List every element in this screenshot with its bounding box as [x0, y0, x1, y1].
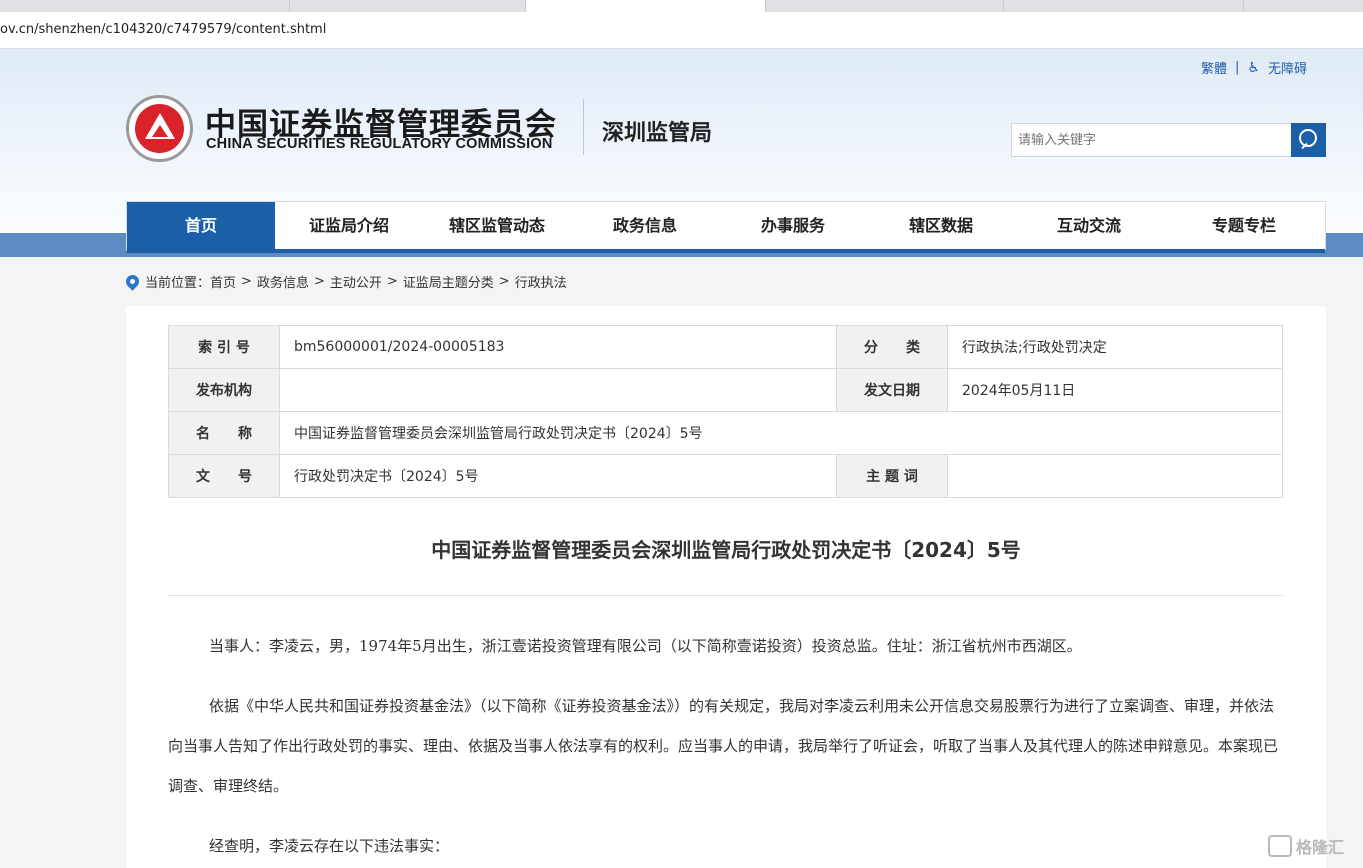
accessibility-icon: ♿: [1247, 59, 1260, 76]
meta-index-label: 索 引 号: [168, 325, 280, 369]
meta-category-value: 行政执法;行政处罚决定: [947, 325, 1283, 369]
nav-item-regulatory-news[interactable]: 辖区监管动态: [423, 202, 571, 250]
meta-category-label: 分 类: [836, 325, 948, 369]
table-row: 发布机构 发文日期 2024年05月11日: [168, 368, 1283, 412]
nav-item-home[interactable]: 首页: [127, 202, 275, 250]
document-paragraph: 当事人：李凌云，男，1974年5月出生，浙江壹诺投资管理有限公司（以下简称壹诺投…: [209, 637, 1082, 655]
browser-tab[interactable]: [0, 0, 290, 12]
document-paragraph: 经查明，李凌云存在以下违法事实：: [209, 837, 450, 855]
breadcrumb-separator: >: [386, 274, 398, 289]
search-icon: [1299, 129, 1317, 147]
meta-date-value: 2024年05月11日: [947, 368, 1283, 412]
meta-publisher-label: 发布机构: [168, 368, 280, 412]
meta-publisher-value: [279, 368, 837, 412]
meta-keywords-label: 主 题 词: [836, 454, 948, 498]
nav-item-district-data[interactable]: 辖区数据: [867, 202, 1015, 250]
bureau-name: 深圳监管局: [602, 121, 713, 146]
meta-keywords-value: [947, 454, 1283, 498]
browser-tab-active[interactable]: [526, 0, 766, 12]
document-paragraph: 依据《中华人民共和国证券投资基金法》（以下简称《证券投资基金法》）的有关规定，我…: [168, 697, 1279, 795]
url-text[interactable]: ov.cn/shenzhen/c104320/c7479579/content.…: [0, 22, 326, 37]
table-row: 文 号 行政处罚决定书〔2024〕5号 主 题 词: [168, 454, 1283, 498]
breadcrumb-separator: >: [313, 274, 325, 289]
meta-docno-label: 文 号: [168, 454, 280, 498]
meta-name-label: 名 称: [168, 411, 280, 455]
watermark-logo-icon: [1268, 835, 1292, 857]
search-button[interactable]: [1291, 123, 1326, 157]
breadcrumb-item-public[interactable]: 主动公开: [330, 272, 382, 291]
nav-item-services[interactable]: 办事服务: [719, 202, 867, 250]
browser-tab[interactable]: [1004, 0, 1244, 12]
browser-tab[interactable]: [766, 0, 1004, 12]
breadcrumb-item-home[interactable]: 首页: [210, 272, 236, 291]
breadcrumb-separator: >: [241, 274, 252, 289]
search-input[interactable]: [1011, 123, 1292, 157]
address-bar[interactable]: ov.cn/shenzhen/c104320/c7479579/content.…: [0, 12, 1363, 49]
meta-index-value: bm56000001/2024-00005183: [279, 325, 837, 369]
meta-date-label: 发文日期: [836, 368, 948, 412]
accessibility-link[interactable]: 无障碍: [1268, 58, 1307, 77]
top-links: 繁體 | ♿ 无障碍: [1201, 58, 1307, 78]
breadcrumb: 当前位置： 首页 > 政务信息 > 主动公开 > 证监局主题分类 > 行政执法: [123, 272, 567, 291]
content-card: 索 引 号 bm56000001/2024-00005183 分 类 行政执法;…: [126, 306, 1326, 868]
table-row: 名 称 中国证券监督管理委员会深圳监管局行政处罚决定书〔2024〕5号: [168, 411, 1283, 455]
traditional-chinese-link[interactable]: 繁體: [1201, 58, 1227, 77]
top-links-separator: |: [1235, 60, 1240, 75]
document-title: 中国证券监督管理委员会深圳监管局行政处罚决定书〔2024〕5号: [431, 538, 1021, 562]
breadcrumb-label: 当前位置：: [145, 276, 211, 291]
breadcrumb-item-topics[interactable]: 证监局主题分类: [403, 272, 494, 291]
location-pin-icon: [123, 272, 142, 291]
logo-divider: [583, 99, 584, 155]
browser-tab[interactable]: [290, 0, 526, 12]
watermark: 格隆汇: [1268, 834, 1344, 858]
meta-name-value: 中国证券监督管理委员会深圳监管局行政处罚决定书〔2024〕5号: [279, 411, 1283, 455]
org-name-en: CHINA SECURITIES REGULATORY COMMISSION: [206, 136, 553, 152]
nav-item-bureau-intro[interactable]: 证监局介绍: [275, 202, 423, 250]
nav-item-government-info[interactable]: 政务信息: [571, 202, 719, 250]
nav-item-interaction[interactable]: 互动交流: [1015, 202, 1163, 250]
document-meta-table: 索 引 号 bm56000001/2024-00005183 分 类 行政执法;…: [168, 325, 1283, 498]
title-divider: [168, 595, 1283, 596]
breadcrumb-item-government-info[interactable]: 政务信息: [257, 272, 309, 291]
breadcrumb-item-enforcement[interactable]: 行政执法: [515, 272, 567, 291]
table-row: 索 引 号 bm56000001/2024-00005183 分 类 行政执法;…: [168, 325, 1283, 369]
watermark-text: 格隆汇: [1296, 838, 1345, 857]
breadcrumb-separator: >: [498, 274, 510, 289]
nav-item-special-topics[interactable]: 专题专栏: [1163, 202, 1325, 250]
meta-docno-value: 行政处罚决定书〔2024〕5号: [279, 454, 837, 498]
main-nav: 首页 证监局介绍 辖区监管动态 政务信息 办事服务 辖区数据 互动交流 专题专栏: [126, 201, 1326, 253]
csrc-emblem-icon[interactable]: [126, 95, 193, 162]
browser-tab-strip: [0, 0, 1363, 12]
